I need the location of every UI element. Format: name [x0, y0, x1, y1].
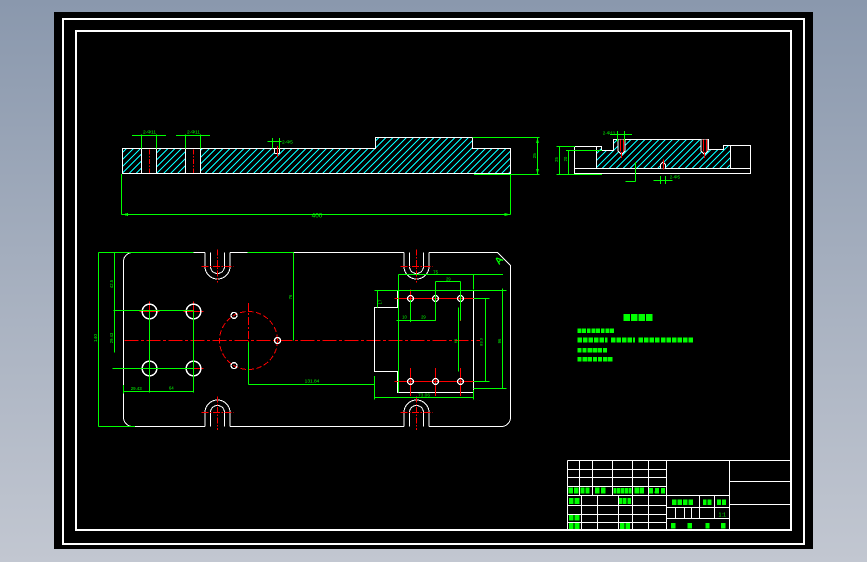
svg-text:64: 64	[169, 386, 174, 391]
svg-text:2-Φ11: 2-Φ11	[603, 130, 616, 135]
svg-text:10: 10	[402, 315, 407, 320]
svg-text:2-Φ11: 2-Φ11	[143, 130, 156, 136]
svg-text:76: 76	[288, 294, 293, 299]
svg-text:140: 140	[93, 334, 99, 342]
svg-text:29.43: 29.43	[131, 386, 143, 391]
svg-text:29: 29	[421, 315, 426, 320]
svg-text:1:1: 1:1	[719, 513, 727, 519]
svg-text:75: 75	[433, 269, 438, 274]
svg-text:25: 25	[554, 157, 559, 162]
svg-text:96: 96	[497, 338, 502, 343]
svg-text:29: 29	[446, 277, 451, 282]
svg-text:73.06: 73.06	[418, 392, 430, 398]
svg-text:25: 25	[532, 153, 537, 159]
svg-text:29.43: 29.43	[109, 332, 114, 343]
svg-text:20: 20	[563, 156, 568, 161]
svg-text:64: 64	[453, 338, 458, 343]
svg-text:83.3: 83.3	[478, 337, 483, 346]
svg-text:42.5: 42.5	[109, 279, 114, 288]
svg-text:400: 400	[312, 213, 323, 220]
svg-text:17: 17	[378, 299, 383, 304]
svg-text:2-Φ5: 2-Φ5	[670, 174, 681, 179]
svg-text:131.84: 131.84	[305, 378, 320, 384]
svg-text:2-Φ5: 2-Φ5	[282, 139, 293, 145]
svg-text:2-Φ11: 2-Φ11	[187, 130, 200, 136]
